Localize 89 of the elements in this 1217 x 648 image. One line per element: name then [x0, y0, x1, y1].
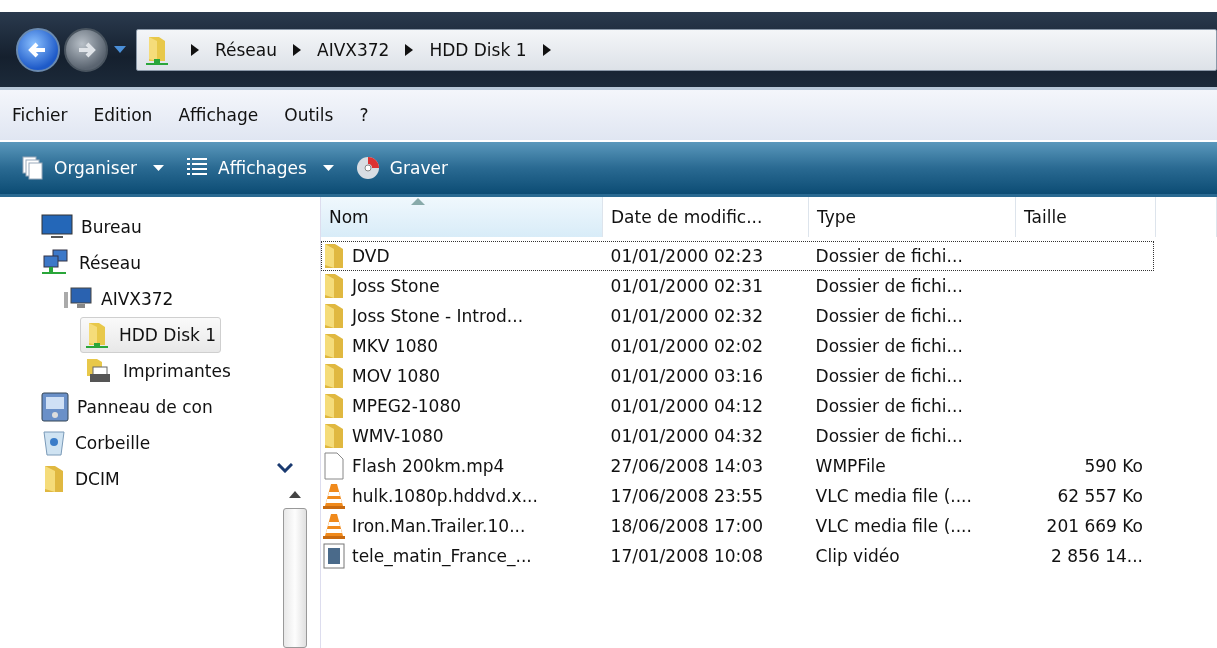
table-cell: Dossier de fichi... [815, 306, 963, 326]
table-cell: 17/06/2008 23:55 [610, 486, 763, 506]
table-cell: 17/01/2008 10:08 [610, 546, 763, 566]
table-cell: Dossier de fichi... [815, 336, 963, 356]
network-folder-icon [85, 321, 111, 349]
table-cell: 590 Ko [1084, 456, 1143, 476]
disc-icon [355, 156, 380, 180]
table-cell[interactable]: tele_matin_France_... [322, 542, 603, 570]
film-file-icon [322, 542, 346, 570]
breadcrumb-item[interactable]: Réseau [215, 39, 277, 60]
table-cell: 01/01/2000 03:16 [610, 366, 763, 386]
table-cell[interactable]: hulk.1080p.hddvd.x... [322, 482, 603, 510]
menu-item[interactable]: Outils [284, 105, 334, 125]
folder-icon [322, 302, 346, 330]
back-button[interactable] [16, 27, 60, 72]
caret-icon [322, 164, 334, 172]
breadcrumb-arrow-icon[interactable] [293, 43, 301, 56]
table-cell: 62 557 Ko [1057, 486, 1143, 506]
traffic-cone-icon [322, 512, 346, 540]
breadcrumb-arrow-icon[interactable] [542, 43, 551, 56]
menu-item[interactable]: ? [359, 105, 369, 125]
tree-item[interactable]: Panneau de con [36, 389, 218, 425]
folder-icon [322, 332, 346, 360]
stacked-pages-icon [22, 156, 44, 180]
folder-icon [322, 392, 346, 420]
table-cell: 01/01/2000 02:32 [610, 306, 763, 326]
toolbar-button[interactable]: Organiser [22, 152, 165, 184]
table-cell: VLC media file (.... [815, 486, 972, 506]
table-cell: WMPFile [815, 456, 886, 476]
tree-item[interactable]: Réseau [36, 245, 146, 281]
control-panel-icon [41, 392, 69, 422]
tree-item[interactable]: Corbeille [36, 425, 156, 461]
folder-icon [322, 242, 346, 270]
table-cell[interactable]: Flash 200km.mp4 [322, 452, 603, 480]
scrollbar-thumb[interactable] [283, 508, 307, 648]
tree-item[interactable]: Imprimantes [80, 353, 236, 389]
table-cell: 01/01/2000 04:12 [610, 396, 763, 416]
breadcrumb-arrow-icon[interactable] [191, 43, 199, 56]
table-cell: 201 669 Ko [1046, 516, 1143, 536]
folder-icon [322, 272, 346, 300]
table-cell: 01/01/2000 02:23 [610, 246, 763, 266]
traffic-cone-icon [322, 482, 346, 510]
menu-item[interactable]: Fichier [12, 105, 68, 125]
tree-item[interactable]: AIVX372 [58, 281, 179, 317]
menu-item[interactable]: Edition [93, 105, 153, 125]
toolbar-button[interactable]: Graver [355, 152, 448, 184]
table-cell[interactable]: MPEG2-1080 [322, 392, 603, 420]
blank-file-icon [322, 452, 346, 480]
table-cell: 18/06/2008 17:00 [610, 516, 763, 536]
table-cell[interactable]: MOV 1080 [322, 362, 603, 390]
table-cell[interactable]: DVD [322, 242, 603, 270]
table-cell: Dossier de fichi... [815, 366, 963, 386]
address-field[interactable]: Réseau AIVX372 HDD Disk 1 [136, 28, 1217, 71]
breadcrumb-arrow-icon[interactable] [405, 43, 414, 56]
breadcrumb-item[interactable]: AIVX372 [317, 39, 390, 60]
table-cell: 01/01/2000 02:31 [610, 276, 763, 296]
network-folder-icon [145, 34, 171, 65]
table-cell[interactable]: MKV 1080 [322, 332, 603, 360]
recycle-bin-icon [41, 429, 67, 457]
toolbar-button[interactable]: Affichages [186, 152, 334, 184]
table-cell: 01/01/2000 04:32 [610, 426, 763, 446]
table-cell: Dossier de fichi... [815, 396, 963, 416]
chevron-down-icon[interactable] [277, 463, 293, 473]
dropdown-caret-icon[interactable] [114, 45, 126, 54]
table-cell[interactable]: Joss Stone [322, 272, 603, 300]
table-cell: Clip vidéo [815, 546, 900, 566]
scroll-up-icon[interactable] [289, 490, 301, 498]
column-header[interactable]: Nom [321, 197, 603, 237]
monitor-icon [41, 214, 73, 240]
menu-item[interactable]: Affichage [178, 105, 259, 125]
folder-icon [322, 422, 346, 450]
table-cell[interactable]: Joss Stone - Introd... [322, 302, 603, 330]
table-cell: 01/01/2000 02:02 [610, 336, 763, 356]
table-cell[interactable]: Iron.Man.Trailer.10... [322, 512, 603, 540]
table-cell: Dossier de fichi... [815, 276, 963, 296]
network-computers-icon [41, 249, 71, 277]
table-cell: Dossier de fichi... [815, 426, 963, 446]
table-cell: 27/06/2008 14:03 [610, 456, 763, 476]
breadcrumb-item[interactable]: HDD Disk 1 [429, 39, 527, 60]
table-cell: Dossier de fichi... [815, 246, 963, 266]
tree-item[interactable]: Bureau [36, 209, 147, 245]
forward-button[interactable] [64, 27, 108, 72]
table-cell: 2 856 14... [1051, 546, 1143, 566]
caret-icon [153, 164, 165, 172]
table-cell: VLC media file (.... [815, 516, 972, 536]
tree-item[interactable]: DCIM [36, 461, 125, 497]
tree-item[interactable]: HDD Disk 1 [80, 317, 222, 353]
folder-icon [322, 362, 346, 390]
table-cell[interactable]: WMV-1080 [322, 422, 603, 450]
